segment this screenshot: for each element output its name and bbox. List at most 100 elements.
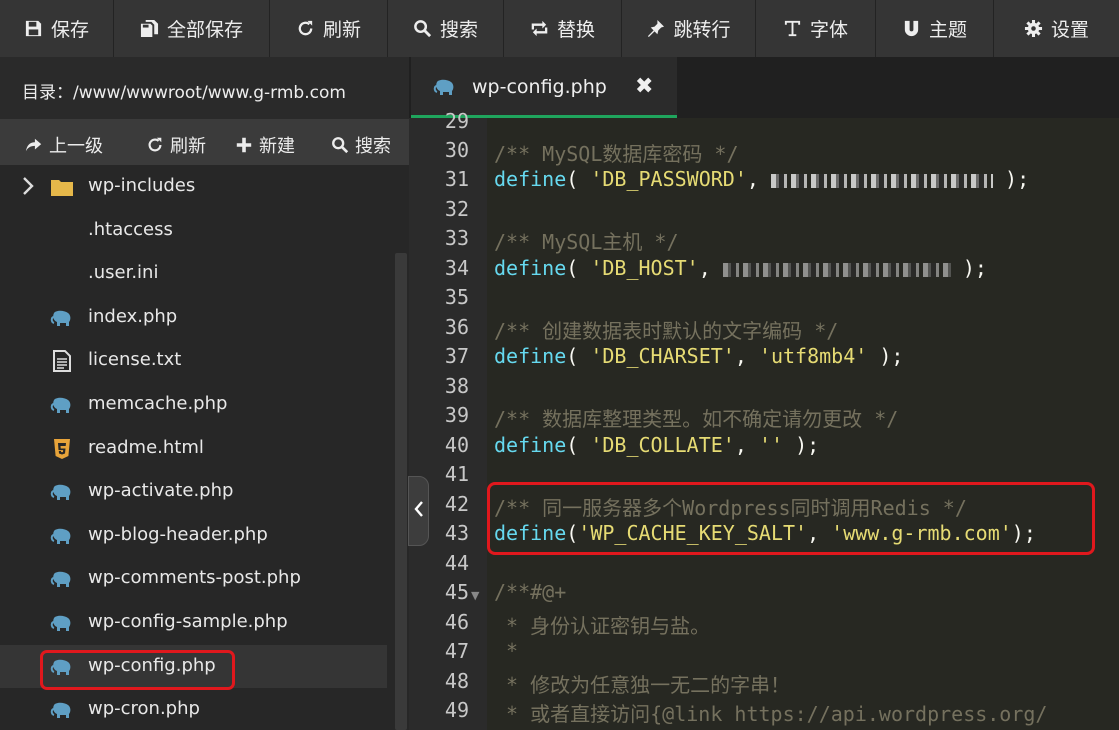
line-number: 37 xyxy=(444,344,469,368)
folder-icon xyxy=(50,176,74,198)
php-elephant-icon xyxy=(50,699,74,721)
file-list: wp-includes .htaccess .user.ini index.ph… xyxy=(0,165,387,730)
current-directory: 目录：/www/wwwroot/www.g-rmb.com xyxy=(0,57,409,119)
list-item-wp-activate-php[interactable]: wp-activate.php xyxy=(0,470,387,514)
line-number: 35 xyxy=(444,285,469,309)
tab-label: wp-config.php xyxy=(472,76,607,98)
line-number: 39 xyxy=(444,403,469,427)
font-icon xyxy=(783,19,802,38)
new-file-label: 新建 xyxy=(259,136,295,157)
replace-label: 替换 xyxy=(556,19,595,41)
redacted-password xyxy=(770,173,993,188)
line-number: 34 xyxy=(444,256,469,280)
line-number: 36 xyxy=(444,315,469,339)
refresh-button[interactable]: 刷新 xyxy=(270,0,388,57)
list-item-wp-comments-post-php[interactable]: wp-comments-post.php xyxy=(0,557,387,601)
line-number: 30 xyxy=(444,138,469,162)
html5-icon xyxy=(50,438,74,460)
font-button[interactable]: 字体 xyxy=(756,0,876,57)
file-name: wp-cron.php xyxy=(88,698,200,720)
theme-label: 主题 xyxy=(928,19,967,41)
file-name: .htaccess xyxy=(88,218,173,240)
search-label: 搜索 xyxy=(439,19,478,41)
replace-button[interactable]: 替换 xyxy=(504,0,622,57)
line-number: 44 xyxy=(444,551,469,575)
save-all-button[interactable]: 全部保存 xyxy=(114,0,270,57)
list-item-user-ini[interactable]: .user.ini xyxy=(0,252,387,296)
code-line-45: /**#@+ xyxy=(494,580,567,604)
file-name: wp-includes xyxy=(88,175,196,196)
font-label: 字体 xyxy=(809,19,848,41)
php-elephant-icon xyxy=(50,568,74,590)
line-number: 48 xyxy=(444,669,469,693)
search-icon xyxy=(331,136,349,154)
list-item-htaccess[interactable]: .htaccess xyxy=(0,209,387,253)
list-item-wp-config-sample-php[interactable]: wp-config-sample.php xyxy=(0,601,387,645)
code-line-42: /** 同一服务器多个Wordpress同时调用Redis */ xyxy=(494,496,967,520)
replace-icon xyxy=(530,19,549,38)
go-up-button[interactable]: 上一级 xyxy=(25,132,103,158)
code-line-39: /** 数据库整理类型。如不确定请勿更改 */ xyxy=(494,407,899,431)
refresh-icon xyxy=(296,19,315,38)
code-line-30: /** MySQL数据库密码 */ xyxy=(494,142,739,166)
code-line-36: /** 创建数据表时默认的文字编码 */ xyxy=(494,319,839,343)
sidebar-refresh-button[interactable]: 刷新 xyxy=(146,132,206,158)
list-item-memcache-php[interactable]: memcache.php xyxy=(0,383,387,427)
pin-icon xyxy=(646,19,665,38)
goto-line-button[interactable]: 跳转行 xyxy=(622,0,756,57)
code-line-47: * xyxy=(494,639,519,663)
code-line-49: * 或者直接访问{@link https://api.wordpress.org… xyxy=(494,702,1048,726)
list-item-license-txt[interactable]: license.txt xyxy=(0,339,387,383)
plus-icon xyxy=(235,136,253,154)
save-label: 保存 xyxy=(50,19,89,41)
file-sidebar: 目录：/www/wwwroot/www.g-rmb.com 上一级 刷新 新建 … xyxy=(0,57,409,730)
file-nav-bar: 上一级 刷新 新建 搜索 xyxy=(0,119,409,165)
code-line-31: define( 'DB_PASSWORD', ); xyxy=(494,167,1030,191)
file-name: memcache.php xyxy=(88,393,228,414)
sidebar-search-button[interactable]: 搜索 xyxy=(331,132,391,158)
chevron-left-icon xyxy=(413,500,424,522)
refresh-label: 刷新 xyxy=(322,19,361,41)
new-file-button[interactable]: 新建 xyxy=(235,132,295,158)
goto-line-label: 跳转行 xyxy=(673,19,731,41)
collapse-sidebar-handle[interactable] xyxy=(408,476,429,546)
file-name: wp-comments-post.php xyxy=(88,567,301,589)
list-item-wp-includes[interactable]: wp-includes xyxy=(0,165,387,209)
list-item-index-php[interactable]: index.php xyxy=(0,296,387,340)
sidebar-scrollbar[interactable] xyxy=(395,253,407,730)
list-item-wp-blog-header-php[interactable]: wp-blog-header.php xyxy=(0,514,387,558)
theme-button[interactable]: 主题 xyxy=(876,0,994,57)
php-elephant-icon xyxy=(50,525,74,547)
save-all-icon xyxy=(140,19,159,38)
file-name: readme.html xyxy=(88,436,204,458)
line-number: 47 xyxy=(444,639,469,663)
fold-arrow-icon[interactable]: ▼ xyxy=(471,589,479,602)
settings-label: 设置 xyxy=(1050,19,1089,41)
list-item-wp-config-php[interactable]: wp-config.php xyxy=(0,644,387,689)
search-button[interactable]: 搜索 xyxy=(388,0,504,57)
file-name: license.txt xyxy=(88,349,182,371)
go-up-label: 上一级 xyxy=(49,136,103,157)
text-document-icon xyxy=(50,350,74,373)
code-line-46: * 身份认证密钥与盐。 xyxy=(494,614,711,638)
code-line-33: /** MySQL主机 */ xyxy=(494,230,679,254)
chevron-right-icon[interactable] xyxy=(22,176,34,201)
php-elephant-icon xyxy=(50,481,74,503)
settings-button[interactable]: 设置 xyxy=(994,0,1119,57)
list-item-readme-html[interactable]: readme.html xyxy=(0,427,387,471)
line-number: 46 xyxy=(444,610,469,634)
list-item-wp-cron-php[interactable]: wp-cron.php xyxy=(0,688,387,730)
php-elephant-icon xyxy=(433,78,457,101)
file-name: wp-config.php xyxy=(88,654,216,676)
save-all-label: 全部保存 xyxy=(166,19,243,41)
file-name: index.php xyxy=(88,305,178,327)
editor-tab-bar: wp-config.php ✖ xyxy=(409,57,1119,118)
code-line-37: define( 'DB_CHARSET', 'utf8mb4' ); xyxy=(494,344,904,368)
close-icon[interactable]: ✖ xyxy=(635,74,653,99)
php-elephant-icon xyxy=(50,394,74,416)
file-name: wp-config-sample.php xyxy=(88,611,288,632)
save-button[interactable]: 保存 xyxy=(0,0,114,57)
sidebar-refresh-label: 刷新 xyxy=(170,136,206,157)
php-elephant-icon xyxy=(50,612,74,634)
file-name: wp-blog-header.php xyxy=(88,523,268,545)
